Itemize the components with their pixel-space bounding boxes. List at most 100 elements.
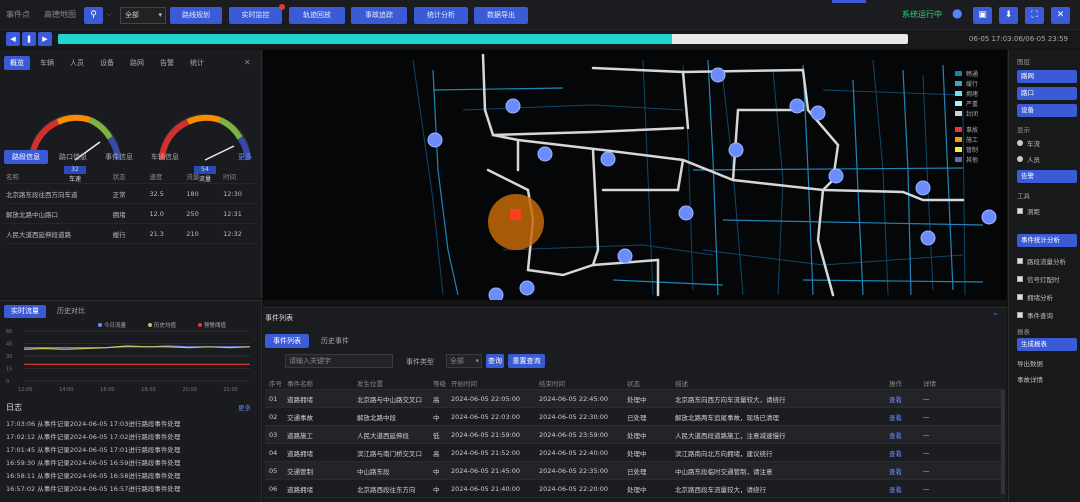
- tool-event-analysis[interactable]: 事件统计分析: [1017, 234, 1077, 247]
- table-row[interactable]: 01 道路拥堵 北京路与中山路交叉口 高 2024-06-05 22:05:00 2024…: [265, 390, 1005, 408]
- legend-swatch: [955, 156, 962, 162]
- tab-history-compare[interactable]: 历史对比: [50, 305, 92, 318]
- event-panel-title: 事件列表: [265, 314, 293, 322]
- search-button[interactable]: ⚲: [84, 7, 103, 24]
- report-generate-button[interactable]: 生成报表: [1017, 338, 1077, 351]
- display-alarm-button[interactable]: 告警: [1017, 170, 1077, 183]
- tab-realtime-flow[interactable]: 实时流量: [4, 305, 46, 318]
- report-accident[interactable]: 事故详情: [1017, 374, 1043, 384]
- download-button[interactable]: ⬇: [999, 7, 1018, 24]
- cell: 12:32: [223, 229, 242, 238]
- table-row[interactable]: 04 道路拥堵 滨江路与南门桥交叉口 高 2024-06-05 21:52:00 2024…: [265, 444, 1005, 462]
- tool-congestion[interactable]: 拥堵分析: [1017, 292, 1053, 302]
- table-cell[interactable]: 查看: [885, 430, 919, 440]
- table-cell[interactable]: 查看: [885, 412, 919, 422]
- tab-stats[interactable]: 统计: [184, 56, 210, 70]
- tool-signal[interactable]: 信号灯配时: [1017, 274, 1060, 284]
- panel-toggle-icon[interactable]: ⌃: [992, 312, 999, 321]
- camera-marker-icon: [981, 209, 997, 225]
- close-button[interactable]: ✕: [1051, 7, 1070, 24]
- table-row[interactable]: 03 道路施工 人民大道西延伸段 低 2024-06-05 21:59:00 2024-0…: [265, 426, 1005, 444]
- subtab-more[interactable]: 更多: [232, 150, 258, 164]
- column-header: 发生位置: [357, 379, 383, 388]
- incident-track-button[interactable]: 事故追踪: [351, 7, 407, 24]
- tab-event-list[interactable]: 事件列表: [265, 334, 309, 348]
- table-cell[interactable]: 查看: [885, 448, 919, 458]
- camera-marker-icon: [427, 132, 443, 148]
- tab-overview[interactable]: 概览: [4, 56, 30, 70]
- filter-label: 事件类型: [406, 358, 434, 366]
- cell: 拥堵: [112, 210, 126, 219]
- layer-device-button[interactable]: 设备: [1017, 104, 1077, 117]
- table-row[interactable]: 02 交通事故 解放北路中段 中 2024-06-05 22:03:00 2024-06-…: [265, 408, 1005, 426]
- table-cell: 处理中: [627, 449, 647, 458]
- collapse-icon[interactable]: ✕: [244, 58, 251, 67]
- tool-flow-analysis[interactable]: 路段流量分析: [1017, 256, 1066, 266]
- legend-label: 其他: [966, 156, 979, 164]
- legend-item: 封闭: [955, 108, 999, 118]
- left-panel: 概览 车辆 人员 设备 路网 告警 统计 ✕ 32 车速 54 流量 路段信息 …: [0, 50, 262, 298]
- pause-button[interactable]: ❚: [22, 32, 36, 46]
- reset-btn[interactable]: 重置查询: [508, 354, 545, 368]
- stats-button[interactable]: 统计分析: [414, 7, 468, 24]
- subtab-vehicle[interactable]: 车辆信息: [144, 150, 186, 164]
- subtab-junction[interactable]: 路口信息: [52, 150, 94, 164]
- playback-track[interactable]: [58, 34, 908, 44]
- subtab-event[interactable]: 事件信息: [98, 150, 140, 164]
- tab-vehicle[interactable]: 车辆: [34, 56, 60, 70]
- camera-marker-icon: [617, 248, 633, 264]
- incident-marker-icon[interactable]: [510, 209, 521, 220]
- table-cell[interactable]: 查看: [885, 394, 919, 404]
- event-type-select[interactable]: 全部 ▾: [446, 354, 482, 368]
- route-plan-button[interactable]: 路线规划: [170, 7, 222, 24]
- camera-marker-icon: [600, 151, 616, 167]
- camera-marker-icon: [789, 98, 805, 114]
- search-btn[interactable]: 查询: [486, 354, 504, 368]
- tab-device[interactable]: 设备: [94, 56, 120, 70]
- display-person-radio[interactable]: 人员: [1017, 154, 1040, 164]
- table-row[interactable]: 北京路东段往西方向车道 正常 32.5 180 12:30: [4, 184, 258, 204]
- column-header: 描述: [675, 379, 688, 388]
- x-tick-label: 16:00: [100, 387, 114, 393]
- rewind-button[interactable]: ◀: [6, 32, 20, 46]
- keyword-input[interactable]: 请输入关键字: [285, 354, 393, 368]
- display-flow-radio[interactable]: 车流: [1017, 138, 1040, 148]
- table-cell: 02: [269, 412, 278, 421]
- export-button[interactable]: 数据导出: [474, 7, 528, 24]
- table-row[interactable]: 05 交通管制 中山路东段 中 2024-06-05 21:45:00 2024-06-0…: [265, 462, 1005, 480]
- layer-roadnet-button[interactable]: 路网: [1017, 70, 1077, 83]
- fullscreen-button[interactable]: ⛶: [1025, 7, 1044, 24]
- col-time: 时间: [223, 172, 237, 181]
- cell: 21.3: [149, 229, 164, 238]
- subtab-road[interactable]: 路段信息: [4, 150, 48, 164]
- table-cell: 04: [269, 448, 278, 457]
- column-header: 操作: [889, 379, 902, 388]
- report-export[interactable]: 导出数据: [1017, 358, 1043, 368]
- realtime-monitor-button[interactable]: 实时监控: [229, 7, 282, 24]
- tab-event-history[interactable]: 历史事件: [313, 334, 357, 348]
- traffic-map[interactable]: 畅通 缓行 拥堵 严重 封闭 事故 施工 管制 其他: [263, 50, 1007, 300]
- breadcrumb-b[interactable]: 高德地图: [44, 9, 76, 20]
- table-row[interactable]: 解放北路中山路口 拥堵 12.0 250 12:31: [4, 204, 258, 224]
- top-toolbar: 事件点 高德地图 ⚲ ⌵ 全部 ▾ 路线规划 实时监控 轨迹回放 事故追踪 统计…: [0, 0, 1080, 30]
- breadcrumb-a[interactable]: 事件点: [6, 9, 30, 20]
- tool-query[interactable]: 事件查询: [1017, 310, 1053, 320]
- tool-measure[interactable]: 测距: [1017, 206, 1040, 216]
- track-playback-button[interactable]: 轨迹回放: [289, 7, 345, 24]
- table-cell: —: [923, 430, 930, 439]
- tool-label: 信号灯配时: [1027, 276, 1060, 284]
- tab-roadnet[interactable]: 路网: [124, 56, 150, 70]
- table-scrollbar[interactable]: [1001, 390, 1005, 494]
- forward-button[interactable]: ▶: [38, 32, 52, 46]
- x-tick-label: 22:00: [223, 387, 237, 393]
- table-cell[interactable]: 查看: [885, 466, 919, 476]
- table-row[interactable]: 06 道路拥堵 北京路西段往东方向 中 2024-06-05 21:40:00 2024-…: [265, 480, 1005, 498]
- screen-button[interactable]: ▣: [973, 7, 992, 24]
- log-more-link[interactable]: 更多: [238, 402, 251, 412]
- table-row[interactable]: 人民大道西延伸段道路 缓行 21.3 210 12:32: [4, 224, 258, 244]
- table-cell[interactable]: 查看: [885, 484, 919, 494]
- tab-person[interactable]: 人员: [64, 56, 90, 70]
- tab-alarm[interactable]: 告警: [154, 56, 180, 70]
- layer-junction-button[interactable]: 路口: [1017, 87, 1077, 100]
- type-select[interactable]: 全部 ▾: [120, 7, 166, 24]
